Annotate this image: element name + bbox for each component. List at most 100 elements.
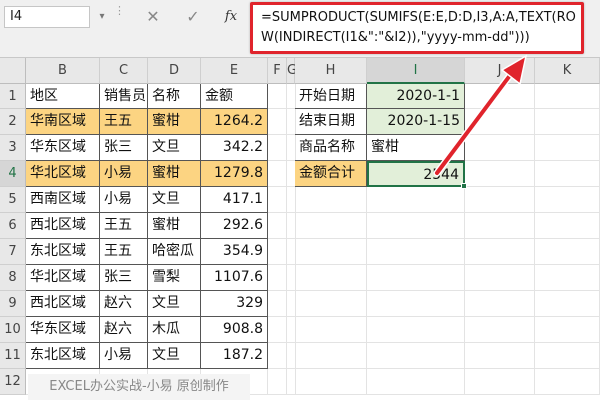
table-cell[interactable]: 蜜柑 xyxy=(148,109,201,135)
table-cell[interactable]: 华东区域 xyxy=(26,135,100,161)
table-cell[interactable]: 西北区域 xyxy=(26,291,100,317)
empty-cell[interactable] xyxy=(535,109,600,135)
empty-cell[interactable] xyxy=(268,187,287,213)
empty-cell[interactable] xyxy=(465,187,535,213)
table-cell[interactable]: 342.2 xyxy=(201,135,268,161)
empty-cell[interactable] xyxy=(535,161,600,187)
empty-cell[interactable] xyxy=(535,239,600,265)
empty-cell[interactable] xyxy=(465,213,535,239)
select-all-corner[interactable] xyxy=(0,58,26,84)
table-cell[interactable]: 文旦 xyxy=(148,291,201,317)
fill-handle[interactable] xyxy=(461,183,467,189)
empty-cell[interactable] xyxy=(535,343,600,369)
empty-cell[interactable] xyxy=(295,239,367,265)
row-header-11[interactable]: 11 xyxy=(0,343,26,369)
empty-cell[interactable] xyxy=(465,291,535,317)
empty-cell[interactable] xyxy=(535,291,600,317)
table-cell[interactable]: 文旦 xyxy=(148,343,201,369)
table-cell[interactable]: 908.8 xyxy=(201,317,268,343)
empty-cell[interactable] xyxy=(268,369,287,395)
table-cell[interactable]: 王五 xyxy=(100,213,148,239)
param-label-cell[interactable]: 金额合计 xyxy=(295,161,367,187)
name-box[interactable]: I4 xyxy=(4,6,90,28)
empty-cell[interactable] xyxy=(367,317,465,343)
table-cell[interactable]: 东北区域 xyxy=(26,343,100,369)
table-cell[interactable]: 张三 xyxy=(100,135,148,161)
table-cell[interactable]: 1279.8 xyxy=(201,161,268,187)
row-header-10[interactable]: 10 xyxy=(0,317,26,343)
empty-cell[interactable] xyxy=(535,317,600,343)
row-header-3[interactable]: 3 xyxy=(0,135,26,161)
table-cell[interactable]: 木瓜 xyxy=(148,317,201,343)
table-cell[interactable]: 354.9 xyxy=(201,239,268,265)
cancel-button[interactable]: ✕ xyxy=(140,4,166,30)
table-cell[interactable]: 文旦 xyxy=(148,135,201,161)
row-header-4[interactable]: 4 xyxy=(0,161,26,187)
empty-cell[interactable] xyxy=(268,317,287,343)
row-header-9[interactable]: 9 xyxy=(0,291,26,317)
empty-cell[interactable] xyxy=(367,265,465,291)
active-cell-i4[interactable]: 2544 xyxy=(367,161,465,187)
empty-cell[interactable] xyxy=(295,317,367,343)
empty-cell[interactable] xyxy=(535,265,600,291)
param-value-cell[interactable]: 蜜柑 xyxy=(367,135,465,161)
empty-cell[interactable] xyxy=(535,369,600,395)
row-header-7[interactable]: 7 xyxy=(0,239,26,265)
table-cell[interactable]: 西北区域 xyxy=(26,213,100,239)
row-header-8[interactable]: 8 xyxy=(0,265,26,291)
column-header-g[interactable]: G xyxy=(287,58,297,84)
table-cell[interactable]: 华东区域 xyxy=(26,317,100,343)
table-cell[interactable]: 赵六 xyxy=(100,317,148,343)
enter-button[interactable]: ✓ xyxy=(180,4,206,30)
table-cell[interactable]: 蜜柑 xyxy=(148,161,201,187)
row-header-6[interactable]: 6 xyxy=(0,213,26,239)
row-header-2[interactable]: 2 xyxy=(0,109,26,135)
table-cell[interactable]: 小易 xyxy=(100,343,148,369)
empty-cell[interactable] xyxy=(465,161,535,187)
empty-cell[interactable] xyxy=(367,343,465,369)
column-header-d[interactable]: D xyxy=(148,58,201,84)
row-header-12[interactable]: 12 xyxy=(0,369,26,395)
empty-cell[interactable] xyxy=(465,239,535,265)
empty-cell[interactable] xyxy=(268,109,287,135)
column-header-i[interactable]: I xyxy=(367,58,465,84)
empty-cell[interactable] xyxy=(465,369,535,395)
empty-cell[interactable] xyxy=(465,109,535,135)
table-cell[interactable]: 东北区域 xyxy=(26,239,100,265)
empty-cell[interactable] xyxy=(465,343,535,369)
empty-cell[interactable] xyxy=(295,265,367,291)
empty-cell[interactable] xyxy=(367,369,465,395)
table-cell[interactable]: 292.6 xyxy=(201,213,268,239)
table-header-cell[interactable]: 地区 xyxy=(26,84,100,109)
table-cell[interactable]: 赵六 xyxy=(100,291,148,317)
empty-cell[interactable] xyxy=(535,84,600,109)
row-header-5[interactable]: 5 xyxy=(0,187,26,213)
table-cell[interactable]: 蜜柑 xyxy=(148,213,201,239)
drag-handle-icon[interactable]: ⋮ xyxy=(114,5,125,27)
empty-cell[interactable] xyxy=(268,239,287,265)
empty-cell[interactable] xyxy=(268,213,287,239)
empty-cell[interactable] xyxy=(465,265,535,291)
table-cell[interactable]: 张三 xyxy=(100,265,148,291)
empty-cell[interactable] xyxy=(367,213,465,239)
table-cell[interactable]: 小易 xyxy=(100,161,148,187)
empty-cell[interactable] xyxy=(268,265,287,291)
empty-cell[interactable] xyxy=(535,187,600,213)
empty-cell[interactable] xyxy=(367,239,465,265)
table-cell[interactable]: 华北区域 xyxy=(26,265,100,291)
empty-cell[interactable] xyxy=(295,213,367,239)
table-cell[interactable]: 雪梨 xyxy=(148,265,201,291)
column-header-f[interactable]: F xyxy=(268,58,287,84)
empty-cell[interactable] xyxy=(367,291,465,317)
empty-cell[interactable] xyxy=(535,135,600,161)
column-header-b[interactable]: B xyxy=(26,58,100,84)
row-header-1[interactable]: 1 xyxy=(0,84,26,109)
table-cell[interactable]: 329 xyxy=(201,291,268,317)
table-cell[interactable]: 王五 xyxy=(100,239,148,265)
empty-cell[interactable] xyxy=(465,135,535,161)
param-label-cell[interactable]: 开始日期 xyxy=(295,84,367,109)
formula-input[interactable]: =SUMPRODUCT(SUMIFS(E:E,D:D,I3,A:A,TEXT(R… xyxy=(250,2,584,54)
table-header-cell[interactable]: 销售员 xyxy=(100,84,148,109)
empty-cell[interactable] xyxy=(465,317,535,343)
column-header-k[interactable]: K xyxy=(535,58,600,84)
